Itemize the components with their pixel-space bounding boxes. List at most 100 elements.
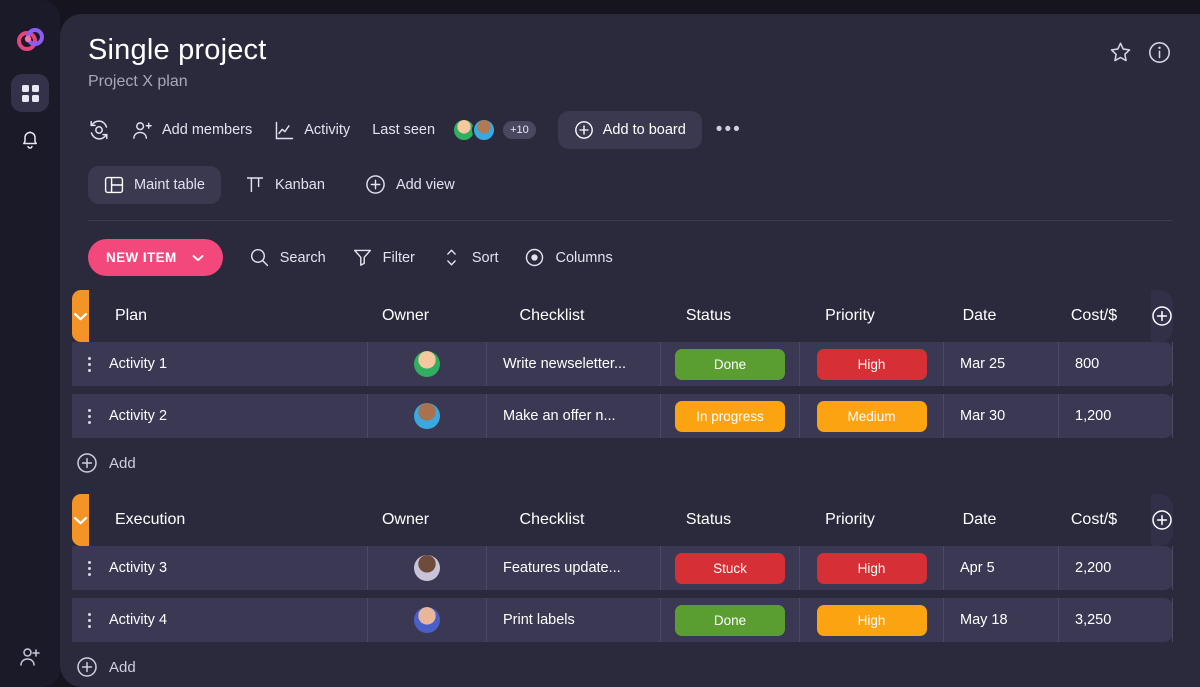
bell-icon [23, 131, 37, 149]
group-header-execution: Execution Owner Checklist Status Priorit… [72, 494, 1173, 546]
activity-label: Activity [304, 122, 351, 138]
columns-button[interactable]: Columns [524, 247, 613, 268]
chevron-down-icon [192, 254, 204, 261]
row-menu-icon[interactable] [86, 559, 93, 578]
column-header-owner[interactable]: Owner [346, 511, 465, 529]
row-menu-icon[interactable] [86, 355, 93, 374]
row-menu-icon[interactable] [86, 407, 93, 426]
sidebar-item-notifications[interactable] [11, 120, 49, 158]
status-badge: Done [675, 348, 785, 380]
add-item-button[interactable]: Add [72, 652, 1200, 682]
plus-circle-icon [366, 175, 385, 194]
checklist-cell[interactable]: Make an offer n... [487, 394, 661, 438]
new-item-button[interactable]: NEW ITEM [88, 239, 223, 276]
table-row[interactable]: Activity 1 Write newseletter... Done Hig… [72, 342, 1173, 386]
last-seen-label: Last seen [372, 122, 436, 138]
add-item-button[interactable]: Add [72, 448, 1200, 478]
plus-circle-icon [1152, 306, 1172, 326]
group-header-plan: Plan Owner Checklist Status Priority Dat… [72, 290, 1173, 342]
search-button[interactable]: Search [249, 247, 326, 268]
add-to-board-button[interactable]: Add to board [557, 111, 702, 149]
column-header-status[interactable]: Status [639, 511, 778, 529]
row-name-cell[interactable]: Activity 1 [72, 342, 368, 386]
add-to-board-label: Add to board [602, 122, 686, 138]
column-header-checklist[interactable]: Checklist [465, 307, 639, 325]
add-members-button[interactable]: Add members [132, 120, 252, 141]
date-cell[interactable]: Apr 5 [944, 546, 1059, 590]
tab-maint-table-label: Maint table [134, 176, 205, 193]
owner-cell[interactable] [368, 394, 487, 438]
cost-cell[interactable]: 1,200 [1059, 394, 1173, 438]
plus-circle-icon [1152, 510, 1172, 530]
status-cell[interactable]: Done [661, 342, 800, 386]
column-header-priority[interactable]: Priority [778, 307, 922, 325]
star-icon[interactable] [1108, 40, 1133, 70]
row-menu-icon[interactable] [86, 611, 93, 630]
row-name-cell[interactable]: Activity 4 [72, 598, 368, 642]
column-header-date[interactable]: Date [922, 307, 1037, 325]
priority-cell[interactable]: High [800, 598, 944, 642]
checklist-cell[interactable]: Print labels [487, 598, 661, 642]
priority-cell[interactable]: High [800, 546, 944, 590]
row-name-cell[interactable]: Activity 3 [72, 546, 368, 590]
priority-cell[interactable]: Medium [800, 394, 944, 438]
tab-kanban-label: Kanban [274, 176, 325, 193]
sidebar-item-invite[interactable] [19, 646, 41, 673]
owner-cell[interactable] [368, 546, 487, 590]
date-cell[interactable]: Mar 30 [944, 394, 1059, 438]
owner-cell[interactable] [368, 598, 487, 642]
tab-maint-table[interactable]: Maint table [88, 165, 221, 204]
row-name-cell[interactable]: Activity 2 [72, 394, 368, 438]
cost-cell[interactable]: 800 [1059, 342, 1173, 386]
column-header-cost[interactable]: Cost/$ [1037, 307, 1151, 325]
tab-kanban[interactable]: Kanban [229, 166, 341, 204]
status-cell[interactable]: Done [661, 598, 800, 642]
column-header-status[interactable]: Status [639, 307, 778, 325]
sort-button[interactable]: Sort [441, 247, 498, 268]
status-cell[interactable]: Stuck [661, 546, 800, 590]
group-title: Execution [115, 511, 186, 528]
column-header-checklist[interactable]: Checklist [465, 511, 639, 529]
avatar [414, 403, 440, 429]
add-view-label: Add view [395, 176, 455, 193]
owner-cell[interactable] [368, 342, 487, 386]
status-cell[interactable]: In progress [661, 394, 800, 438]
sidebar-item-boards[interactable] [11, 74, 49, 112]
add-view-button[interactable]: Add view [349, 165, 471, 204]
priority-cell[interactable]: High [800, 342, 944, 386]
info-icon[interactable] [1147, 40, 1172, 70]
date-cell[interactable]: May 18 [944, 598, 1059, 642]
filter-icon [353, 249, 371, 266]
group-collapse-toggle[interactable] [72, 290, 89, 342]
column-header-cost[interactable]: Cost/$ [1037, 511, 1151, 529]
card-header: Single project Project X plan [88, 34, 1172, 91]
checklist-cell[interactable]: Write newseletter... [487, 342, 661, 386]
date-cell[interactable]: Mar 25 [944, 342, 1059, 386]
table-row[interactable]: Activity 2 Make an offer n... In progres… [72, 394, 1173, 438]
add-column-button[interactable] [1151, 290, 1173, 342]
app-logo[interactable] [15, 26, 45, 56]
column-header-owner[interactable]: Owner [346, 307, 465, 325]
last-seen-avatars[interactable]: +10 [452, 118, 536, 142]
more-options-button[interactable]: ••• [716, 119, 742, 141]
add-item-label: Add [109, 658, 136, 676]
column-header-priority[interactable]: Priority [778, 511, 922, 529]
view-tabs: Maint table Kanban Add view [88, 165, 1172, 204]
refresh-history-icon[interactable] [88, 119, 110, 141]
filter-button[interactable]: Filter [352, 247, 415, 268]
search-icon [250, 248, 268, 267]
cost-cell[interactable]: 3,250 [1059, 598, 1173, 642]
activity-button[interactable]: Activity [274, 120, 350, 141]
add-column-button[interactable] [1151, 494, 1173, 546]
group-collapse-toggle[interactable] [72, 494, 89, 546]
column-header-date[interactable]: Date [922, 511, 1037, 529]
row-name: Activity 1 [109, 356, 168, 372]
group-title: Plan [115, 307, 148, 324]
table-row[interactable]: Activity 4 Print labels Done High May 18… [72, 598, 1173, 642]
avatar-overflow-badge[interactable]: +10 [503, 121, 536, 139]
add-person-icon [133, 121, 152, 139]
cost-cell[interactable]: 2,200 [1059, 546, 1173, 590]
table-row[interactable]: Activity 3 Features update... Stuck High… [72, 546, 1173, 590]
page-title: Single project [88, 34, 267, 66]
checklist-cell[interactable]: Features update... [487, 546, 661, 590]
